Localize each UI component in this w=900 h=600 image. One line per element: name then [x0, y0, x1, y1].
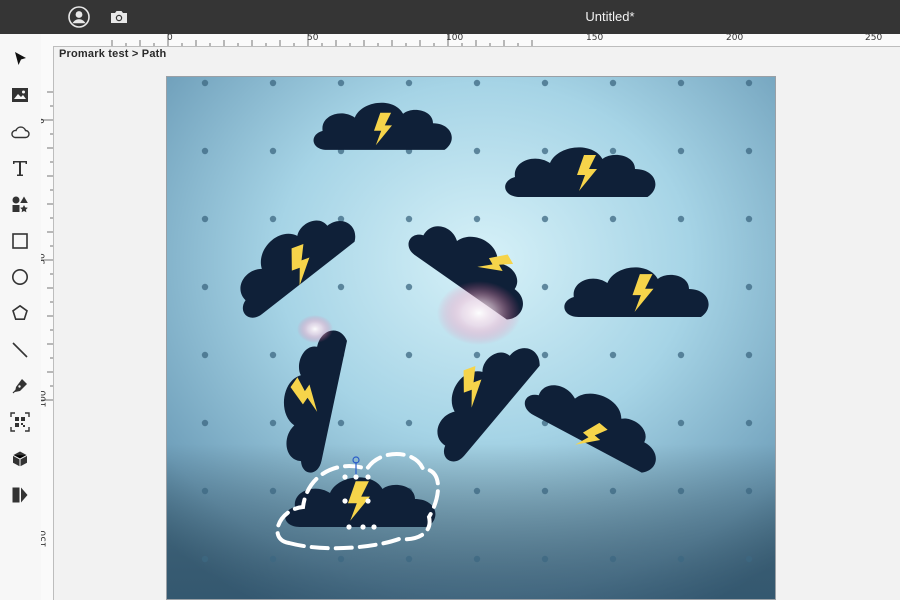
bed-hole: [269, 147, 277, 155]
bed-hole: [473, 555, 481, 563]
pen-icon[interactable]: [6, 372, 34, 400]
select-arrow-icon[interactable]: [6, 45, 34, 73]
elements-icon[interactable]: [6, 190, 34, 218]
ruler-label: 0: [167, 34, 173, 43]
bed-hole: [201, 419, 209, 427]
canvas-area[interactable]: [166, 76, 776, 600]
dxf-icon[interactable]: [6, 481, 34, 509]
bed-hole: [473, 79, 481, 87]
line-icon[interactable]: [6, 336, 34, 364]
bed-hole: [541, 215, 549, 223]
ruler-label: 50: [307, 34, 319, 43]
bed-hole: [269, 555, 277, 563]
box-3d-icon[interactable]: [6, 445, 34, 473]
bed-hole: [201, 283, 209, 291]
bed-hole: [745, 555, 753, 563]
polygon-icon[interactable]: [6, 299, 34, 327]
bed-hole: [201, 555, 209, 563]
bed-hole: [405, 555, 413, 563]
bed-hole: [677, 79, 685, 87]
bed-hole: [609, 215, 617, 223]
bed-hole: [745, 79, 753, 87]
bed-hole: [745, 215, 753, 223]
ruler-left: 0 50 100 150: [41, 46, 54, 600]
bed-hole: [405, 283, 413, 291]
bed-hole: [473, 215, 481, 223]
bed-hole: [609, 487, 617, 495]
ruler-label: 100: [446, 34, 464, 43]
bed-hole: [541, 147, 549, 155]
ruler-label: 150: [41, 530, 49, 548]
bed-hole: [269, 79, 277, 87]
camera-preview: [167, 77, 775, 599]
bed-hole: [609, 147, 617, 155]
bed-hole: [541, 283, 549, 291]
bed-hole: [541, 351, 549, 359]
ruler-label: 250: [865, 34, 883, 43]
bed-hole: [201, 79, 209, 87]
ruler-label: 0: [41, 118, 47, 124]
bed-hole: [337, 283, 345, 291]
ruler-top: 0 50 100 150 200 250: [41, 34, 900, 47]
bed-hole: [677, 147, 685, 155]
bed-hole: [677, 351, 685, 359]
bed-hole: [677, 555, 685, 563]
ruler-label: 100: [41, 390, 49, 408]
window-title: Untitled*: [585, 9, 635, 24]
bed-hole: [541, 555, 549, 563]
bed-hole: [201, 215, 209, 223]
bed-hole: [745, 487, 753, 495]
bed-hole: [405, 419, 413, 427]
bed-hole: [269, 419, 277, 427]
bed-hole: [337, 419, 345, 427]
bed-hole: [201, 351, 209, 359]
breadcrumb[interactable]: Promark test > Path: [59, 48, 166, 60]
bed-hole: [473, 351, 481, 359]
bed-hole: [337, 555, 345, 563]
cloud-icon[interactable]: [6, 118, 34, 146]
rectangle-icon[interactable]: [6, 227, 34, 255]
bed-hole: [677, 487, 685, 495]
bed-hole: [405, 79, 413, 87]
bed-hole: [269, 487, 277, 495]
bed-hole: [745, 147, 753, 155]
bed-hole: [473, 487, 481, 495]
ruler-label: 200: [726, 34, 744, 43]
bed-hole: [337, 79, 345, 87]
bed-hole: [609, 79, 617, 87]
bed-hole: [609, 351, 617, 359]
bed-hole: [745, 351, 753, 359]
bed-hole: [201, 147, 209, 155]
bed-hole: [405, 351, 413, 359]
bed-hole: [269, 215, 277, 223]
qr-code-icon[interactable]: [6, 408, 34, 436]
bed-hole: [677, 419, 685, 427]
bed-hole: [609, 555, 617, 563]
bed-hole: [269, 351, 277, 359]
image-icon[interactable]: [6, 81, 34, 109]
bed-hole: [201, 487, 209, 495]
bed-hole: [677, 215, 685, 223]
circle-icon[interactable]: [6, 263, 34, 291]
bed-hole: [473, 147, 481, 155]
left-toolbar: [0, 34, 42, 600]
bed-hole: [541, 79, 549, 87]
bed-hole: [745, 419, 753, 427]
ruler-label: 150: [586, 34, 604, 43]
bed-hole: [541, 487, 549, 495]
text-icon[interactable]: [6, 154, 34, 182]
bed-hole: [745, 283, 753, 291]
title-bar: Untitled*: [0, 0, 900, 34]
ruler-label: 50: [41, 253, 48, 265]
bed-hole: [405, 215, 413, 223]
